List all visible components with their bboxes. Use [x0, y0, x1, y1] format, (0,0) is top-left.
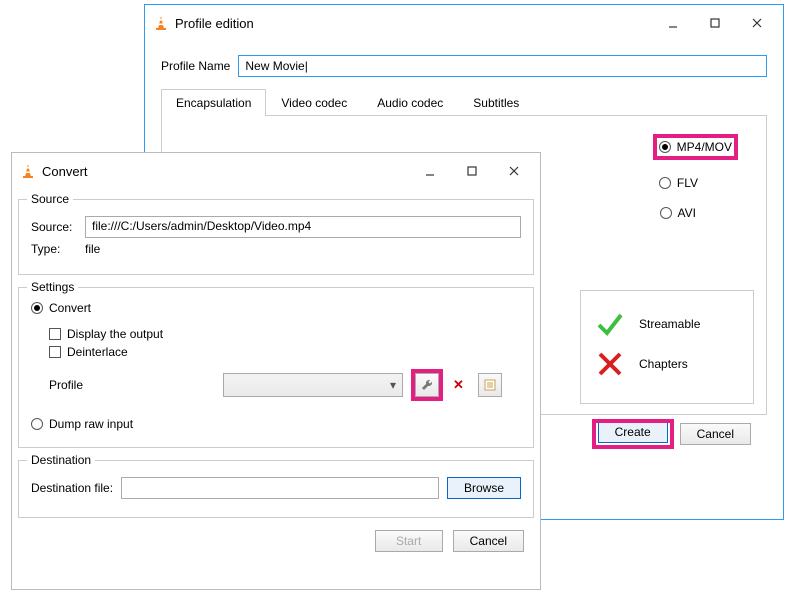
tab-video-codec[interactable]: Video codec	[266, 89, 362, 116]
tab-subtitles[interactable]: Subtitles	[458, 89, 534, 116]
new-profile-button[interactable]	[478, 373, 502, 397]
profile-label: Profile	[49, 378, 109, 392]
check-icon	[595, 309, 625, 339]
destination-group: Destination Destination file: Browse	[18, 460, 534, 518]
status-chapters: Chapters	[595, 349, 739, 379]
tab-encapsulation[interactable]: Encapsulation	[161, 89, 266, 116]
cross-icon	[595, 349, 625, 379]
highlight-wrench	[415, 373, 439, 397]
source-label: Source:	[31, 220, 77, 234]
profile-name-input[interactable]: New Movie	[238, 55, 767, 77]
maximize-button[interactable]	[454, 159, 490, 183]
convert-titlebar: Convert	[12, 153, 540, 189]
minimize-button[interactable]	[655, 11, 691, 35]
highlight-create: Create	[596, 423, 670, 445]
new-icon	[483, 378, 497, 392]
source-group: Source Source: file:///C:/Users/admin/De…	[18, 199, 534, 275]
destination-label: Destination file:	[31, 481, 113, 495]
radio-avi[interactable]: AVI	[660, 206, 696, 220]
profile-dropdown[interactable]: ▾	[223, 373, 403, 397]
edit-profile-button[interactable]	[415, 373, 439, 397]
cancel-button-convert[interactable]: Cancel	[453, 530, 524, 552]
cancel-button-profile[interactable]: Cancel	[680, 423, 751, 445]
vlc-icon	[20, 163, 36, 179]
type-value: file	[85, 242, 100, 256]
radio-dump-raw[interactable]: Dump raw input	[31, 417, 133, 431]
close-button[interactable]	[496, 159, 532, 183]
tab-audio-codec[interactable]: Audio codec	[362, 89, 458, 116]
browse-button[interactable]: Browse	[447, 477, 521, 499]
close-button[interactable]	[739, 11, 775, 35]
profile-title: Profile edition	[175, 16, 254, 31]
radio-convert[interactable]: Convert	[31, 301, 91, 315]
wrench-icon	[420, 378, 434, 392]
profile-tabs: Encapsulation Video codec Audio codec Su…	[161, 89, 767, 116]
check-deinterlace[interactable]: Deinterlace	[49, 345, 128, 359]
highlight-mp4: MP4/MOV	[653, 134, 738, 160]
radio-mp4-mov[interactable]: MP4/MOV	[659, 140, 732, 154]
profile-name-label: Profile Name	[161, 59, 230, 73]
check-display-output[interactable]: Display the output	[49, 327, 163, 341]
status-streamable: Streamable	[595, 309, 739, 339]
chevron-down-icon: ▾	[384, 378, 402, 392]
delete-profile-button[interactable]: ✕	[453, 377, 464, 393]
destination-input[interactable]	[121, 477, 439, 499]
radio-flv[interactable]: FLV	[659, 176, 698, 190]
convert-window: Convert Source Source: file:///C:/Users/…	[11, 152, 541, 590]
start-button[interactable]: Start	[375, 530, 443, 552]
minimize-button[interactable]	[412, 159, 448, 183]
settings-group: Settings Convert Display the output Dein…	[18, 287, 534, 448]
vlc-icon	[153, 15, 169, 31]
profile-titlebar: Profile edition	[145, 5, 783, 41]
type-label: Type:	[31, 242, 77, 256]
convert-title: Convert	[42, 164, 88, 179]
source-input[interactable]: file:///C:/Users/admin/Desktop/Video.mp4	[85, 216, 521, 238]
maximize-button[interactable]	[697, 11, 733, 35]
create-button[interactable]: Create	[598, 421, 668, 443]
